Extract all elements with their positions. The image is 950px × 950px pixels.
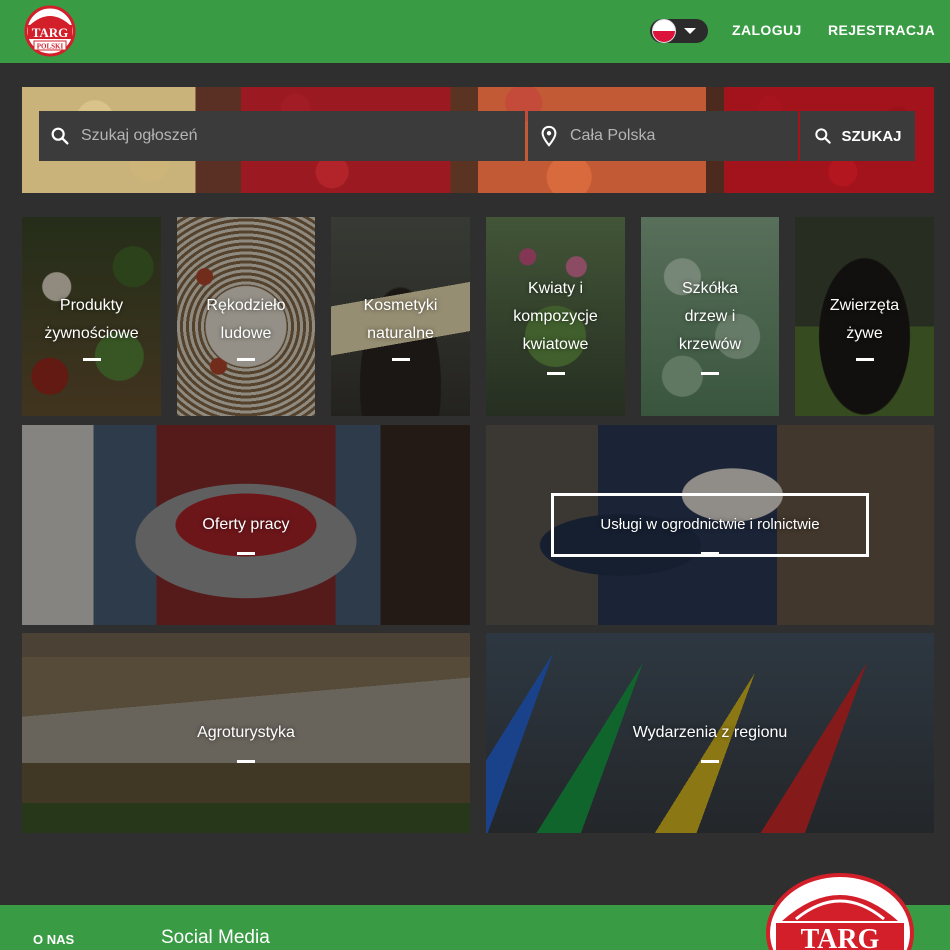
category-tile-agroturystyka[interactable]: Agroturystyka — [22, 633, 470, 833]
poland-flag-icon — [652, 19, 676, 43]
search-button[interactable]: SZUKAJ — [800, 111, 915, 161]
category-label: Wydarzenia z regionu — [632, 724, 788, 741]
login-link[interactable]: ZALOGUJ — [732, 22, 802, 38]
search-icon — [51, 127, 69, 145]
category-label: Kwiaty i kompozycje kwiatowe — [513, 280, 598, 353]
category-label: Kosmetyki naturalne — [363, 297, 438, 342]
svg-text:TARG: TARG — [801, 924, 880, 950]
category-label: Oferty pracy — [202, 516, 290, 533]
category-label: Agroturystyka — [197, 724, 295, 741]
dash-decoration — [701, 760, 719, 763]
category-label: Usługi w ogrodnictwie i rolnictwie — [600, 516, 820, 533]
search-icon — [815, 128, 832, 144]
language-selector[interactable] — [650, 19, 708, 43]
location-input[interactable]: Cała Polska — [528, 111, 798, 161]
caret-down-icon — [684, 28, 696, 34]
dash-decoration — [82, 358, 101, 361]
dash-decoration — [546, 372, 565, 375]
category-label: Zwierzęta żywe — [829, 297, 900, 342]
category-label: Rękodzieło ludowe — [206, 297, 286, 342]
location-pin-icon — [541, 125, 557, 147]
category-tile-kwiaty[interactable]: Kwiaty i kompozycje kwiatowe — [486, 217, 625, 416]
dash-decoration — [237, 760, 255, 763]
category-label: Produkty żywnościowe — [44, 297, 139, 342]
category-tile-rekodzielo[interactable]: Rękodzieło ludowe — [177, 217, 315, 416]
dash-decoration — [237, 552, 255, 555]
svg-text:TARG: TARG — [32, 25, 69, 40]
category-label: Szkółka drzew i krzewów — [678, 280, 742, 353]
category-tile-oferty-pracy[interactable]: Oferty pracy — [22, 425, 470, 625]
footer-social-heading: Social Media — [161, 927, 270, 948]
dash-decoration — [855, 358, 874, 361]
dash-decoration — [391, 358, 410, 361]
dash-decoration — [701, 552, 719, 555]
category-tile-uslugi[interactable]: Usługi w ogrodnictwie i rolnictwie — [486, 425, 934, 625]
dash-decoration — [701, 372, 719, 375]
register-link[interactable]: REJESTRACJA — [828, 22, 935, 38]
svg-text:POLSKI: POLSKI — [37, 43, 64, 51]
search-button-label: SZUKAJ — [841, 127, 902, 145]
search-input[interactable]: Szukaj ogłoszeń — [39, 111, 525, 161]
category-tile-produkty[interactable]: Produkty żywnościowe — [22, 217, 161, 416]
category-tile-kosmetyki[interactable]: Kosmetyki naturalne — [331, 217, 470, 416]
location-value: Cała Polska — [570, 127, 656, 144]
search-placeholder: Szukaj ogłoszeń — [81, 127, 198, 144]
targ-polski-logo[interactable]: TARG POLSKI — [20, 5, 80, 57]
category-tile-szkolka[interactable]: Szkółka drzew i krzewów — [641, 217, 779, 416]
dash-decoration — [237, 358, 255, 361]
top-navbar: TARG POLSKI ZALOGUJ REJESTRACJA — [0, 0, 950, 63]
footer-about-link[interactable]: O NAS — [33, 932, 74, 947]
category-tile-wydarzenia[interactable]: Wydarzenia z regionu — [486, 633, 934, 833]
category-tile-zwierzeta[interactable]: Zwierzęta żywe — [795, 217, 934, 416]
search-hero-banner: Szukaj ogłoszeń Cała Polska SZUKAJ — [22, 87, 934, 193]
footer-targ-logo[interactable]: TARG — [766, 873, 914, 950]
